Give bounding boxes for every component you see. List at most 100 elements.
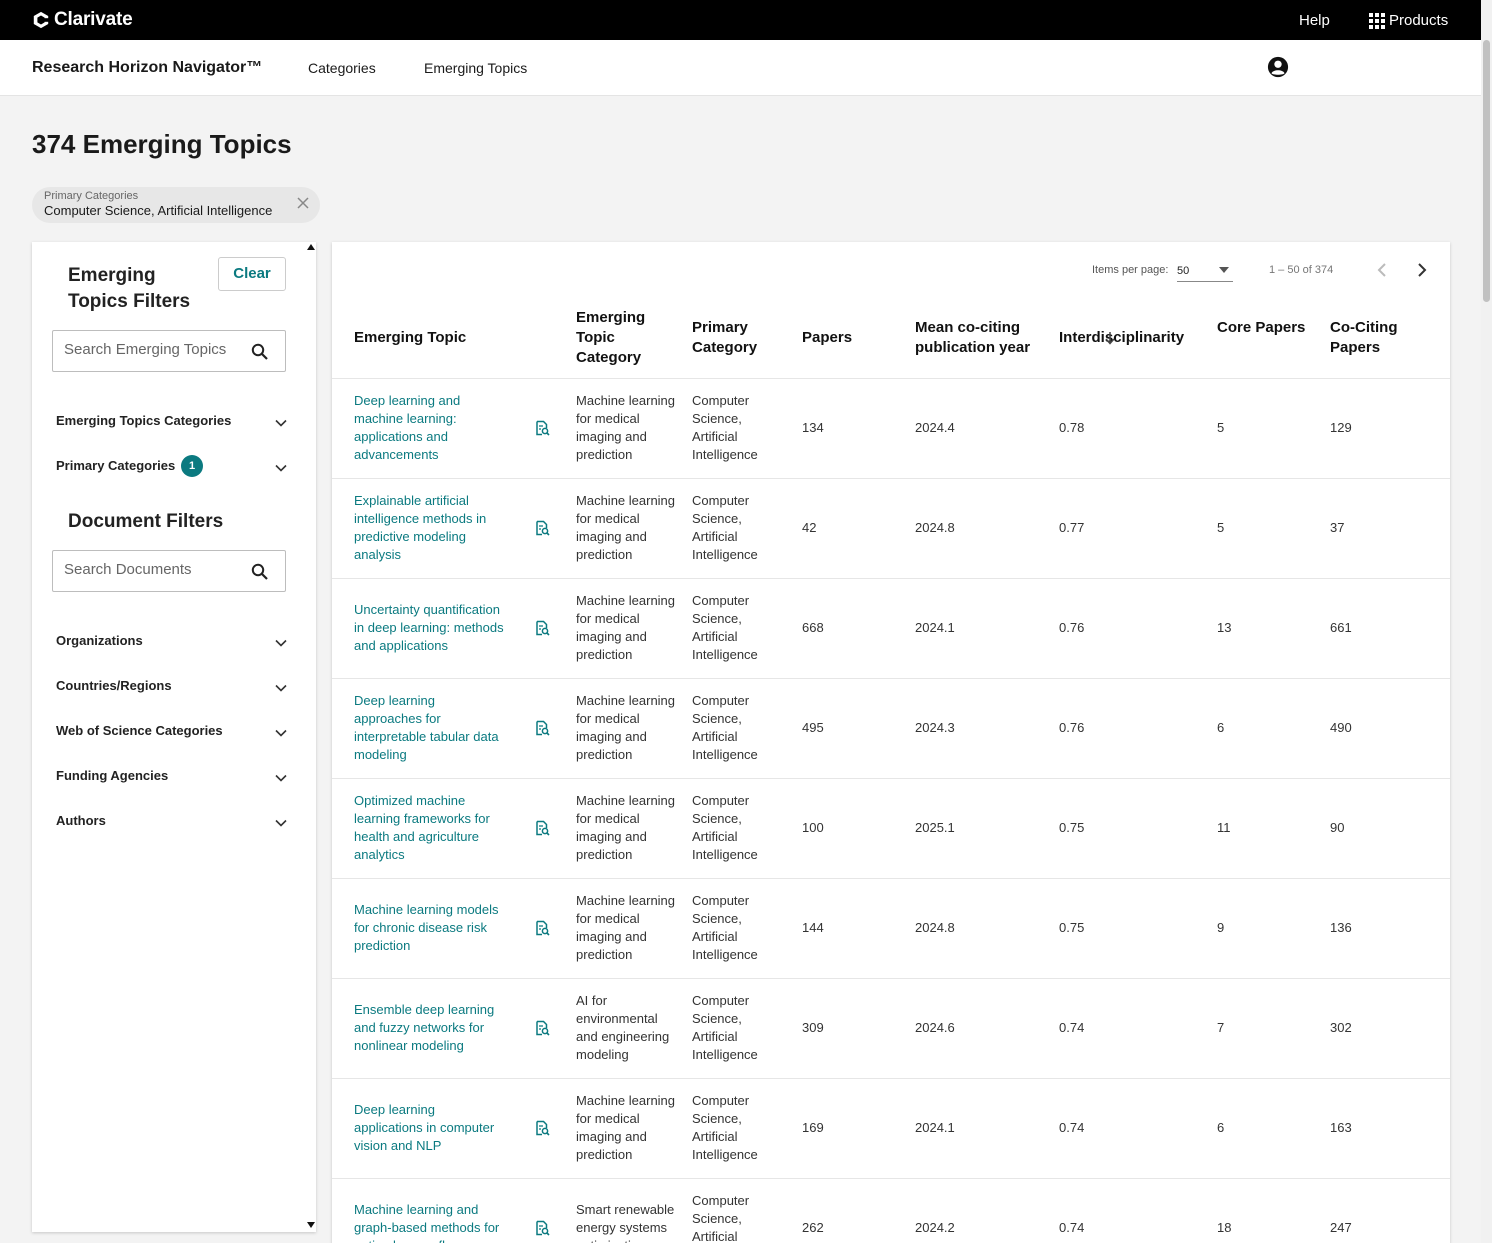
facet-countries-regions[interactable]: Countries/Regions bbox=[56, 675, 288, 699]
nav-emerging-topics[interactable]: Emerging Topics bbox=[424, 60, 527, 76]
table-row[interactable]: Optimized machine learning frameworks fo… bbox=[332, 778, 1450, 879]
table-row[interactable]: Deep learning approaches for interpretab… bbox=[332, 678, 1450, 779]
document-search-icon[interactable] bbox=[534, 820, 550, 836]
mean-year-cell: 2024.2 bbox=[915, 1178, 1060, 1243]
account-icon[interactable] bbox=[1267, 56, 1289, 78]
document-search-icon[interactable] bbox=[534, 1220, 550, 1236]
co-citing-papers-cell: 129 bbox=[1330, 420, 1352, 435]
app-title[interactable]: Research Horizon Navigator™ bbox=[32, 59, 262, 77]
interdisciplinarity-cell: 0.75 bbox=[1059, 778, 1105, 879]
previous-page-icon[interactable] bbox=[1375, 262, 1389, 278]
search-icon[interactable] bbox=[251, 343, 269, 361]
topic-link[interactable]: Uncertainty quantification in deep learn… bbox=[354, 601, 506, 655]
page-scrollbar-thumb[interactable] bbox=[1483, 40, 1490, 302]
topic-category-cell: Smart renewable energy systems optimizat… bbox=[576, 1178, 693, 1243]
facet-web-of-science-categories[interactable]: Web of Science Categories bbox=[56, 720, 288, 744]
topic-link[interactable]: Machine learning models for chronic dise… bbox=[354, 901, 506, 955]
facet-funding-agencies[interactable]: Funding Agencies bbox=[56, 765, 288, 789]
column-header-primary-category[interactable]: Primary Category bbox=[692, 298, 803, 379]
column-header-interdisciplinarity[interactable]: Interdisciplinarity bbox=[1059, 298, 1184, 379]
column-header-papers[interactable]: Papers bbox=[802, 298, 916, 379]
help-link[interactable]: Help bbox=[1299, 12, 1330, 29]
topic-link[interactable]: Explainable artificial intelligence meth… bbox=[354, 492, 506, 564]
topic-link[interactable]: Machine learning and graph-based methods… bbox=[354, 1201, 506, 1243]
search-icon[interactable] bbox=[251, 563, 269, 581]
topic-link[interactable]: Optimized machine learning frameworks fo… bbox=[354, 792, 506, 864]
co-citing-papers-cell: 163 bbox=[1330, 1120, 1352, 1135]
table-row[interactable]: Machine learning and graph-based methods… bbox=[332, 1178, 1450, 1243]
chevron-down-icon bbox=[275, 819, 287, 827]
topic-search-input[interactable] bbox=[64, 341, 244, 358]
facet-label: Primary Categories bbox=[56, 458, 176, 473]
items-per-page-label: Items per page: bbox=[1092, 264, 1169, 276]
active-filter-chip: Primary Categories Computer Science, Art… bbox=[32, 187, 320, 223]
table-row[interactable]: Uncertainty quantification in deep learn… bbox=[332, 578, 1450, 679]
mean-year-cell: 2025.1 bbox=[915, 778, 1060, 879]
topic-category-cell: Machine learning for medical imaging and… bbox=[576, 578, 693, 679]
page-scrollbar[interactable] bbox=[1481, 0, 1492, 1243]
facet-emerging-topics-categories[interactable]: Emerging Topics Categories bbox=[56, 410, 288, 434]
column-header-co-citing-papers[interactable]: Co-Citing Papers bbox=[1330, 318, 1400, 358]
topic-category-cell: AI for environmental and engineering mod… bbox=[576, 978, 693, 1079]
document-search-icon[interactable] bbox=[534, 420, 550, 436]
document-search-icon[interactable] bbox=[534, 1120, 550, 1136]
pagination-range: 1 – 50 of 374 bbox=[1269, 264, 1334, 276]
interdisciplinarity-cell: 0.74 bbox=[1059, 978, 1105, 1079]
facet-primary-categories[interactable]: Primary Categories 1 bbox=[56, 455, 288, 479]
document-search-icon[interactable] bbox=[534, 620, 550, 636]
column-header-emerging-topic[interactable]: Emerging Topic bbox=[354, 298, 577, 379]
close-icon[interactable] bbox=[296, 196, 310, 210]
filter-count-badge: 1 bbox=[181, 455, 203, 477]
table-row[interactable]: Deep learning applications in computer v… bbox=[332, 1078, 1450, 1179]
topic-link[interactable]: Deep learning approaches for interpretab… bbox=[354, 692, 506, 764]
column-header-topic-category[interactable]: Emerging Topic Category bbox=[576, 298, 693, 379]
papers-cell: 495 bbox=[802, 678, 916, 779]
clear-button[interactable]: Clear bbox=[218, 257, 286, 291]
papers-cell: 668 bbox=[802, 578, 916, 679]
chevron-down-icon bbox=[275, 639, 287, 647]
document-search-icon[interactable] bbox=[534, 520, 550, 536]
co-citing-papers-cell: 490 bbox=[1330, 720, 1352, 735]
topic-link[interactable]: Ensemble deep learning and fuzzy network… bbox=[354, 1001, 506, 1055]
facet-authors[interactable]: Authors bbox=[56, 810, 288, 834]
chevron-down-icon bbox=[275, 419, 287, 427]
nav-categories[interactable]: Categories bbox=[308, 60, 376, 76]
topic-link[interactable]: Deep learning applications in computer v… bbox=[354, 1101, 506, 1155]
document-filters-heading: Document Filters bbox=[68, 511, 224, 532]
products-label: Products bbox=[1389, 12, 1449, 29]
products-menu-button[interactable]: Products bbox=[1369, 12, 1448, 29]
co-citing-papers-cell: 90 bbox=[1330, 820, 1345, 835]
column-header-core-cociting[interactable]: Core Papers Co-Citing Papers bbox=[1217, 298, 1450, 379]
emerging-topics-table: Emerging Topic Emerging Topic Category P… bbox=[332, 298, 1450, 1243]
chevron-down-icon bbox=[275, 774, 287, 782]
scroll-down-arrow-icon[interactable] bbox=[307, 1222, 315, 1228]
scroll-up-arrow-icon[interactable] bbox=[307, 244, 315, 250]
filters-sidebar: Emerging Topics Filters Clear Emerging T… bbox=[32, 242, 316, 1232]
table-row[interactable]: Explainable artificial intelligence meth… bbox=[332, 478, 1450, 579]
facet-organizations[interactable]: Organizations bbox=[56, 630, 288, 654]
document-search-icon[interactable] bbox=[534, 1020, 550, 1036]
column-header-core-papers[interactable]: Core Papers bbox=[1217, 318, 1330, 358]
topic-category-cell: Machine learning for medical imaging and… bbox=[576, 878, 693, 979]
column-header-mean-year[interactable]: Mean co-citing publication year bbox=[915, 298, 1060, 379]
topic-category-cell: Machine learning for medical imaging and… bbox=[576, 1078, 693, 1179]
chevron-down-icon bbox=[275, 464, 287, 472]
topic-search-box bbox=[52, 330, 286, 372]
facet-label: Emerging Topics Categories bbox=[56, 413, 232, 428]
next-page-icon[interactable] bbox=[1415, 262, 1429, 278]
items-per-page-select[interactable]: 50 bbox=[1177, 260, 1233, 282]
document-search-icon[interactable] bbox=[534, 920, 550, 936]
dropdown-caret-icon bbox=[1219, 267, 1229, 273]
document-search-icon[interactable] bbox=[534, 720, 550, 736]
document-search-input[interactable] bbox=[64, 561, 244, 578]
papers-cell: 134 bbox=[802, 378, 916, 479]
co-citing-papers-cell: 302 bbox=[1330, 1020, 1352, 1035]
table-row[interactable]: Deep learning and machine learning: appl… bbox=[332, 378, 1450, 479]
global-header: Clarivate Help Products bbox=[0, 0, 1481, 40]
facet-label: Authors bbox=[56, 813, 106, 828]
table-row[interactable]: Ensemble deep learning and fuzzy network… bbox=[332, 978, 1450, 1079]
primary-category-cell: Computer Science, Artificial Intelligenc… bbox=[692, 978, 803, 1079]
clarivate-logo[interactable]: Clarivate bbox=[32, 9, 133, 31]
topic-link[interactable]: Deep learning and machine learning: appl… bbox=[354, 392, 506, 464]
table-row[interactable]: Machine learning models for chronic dise… bbox=[332, 878, 1450, 979]
